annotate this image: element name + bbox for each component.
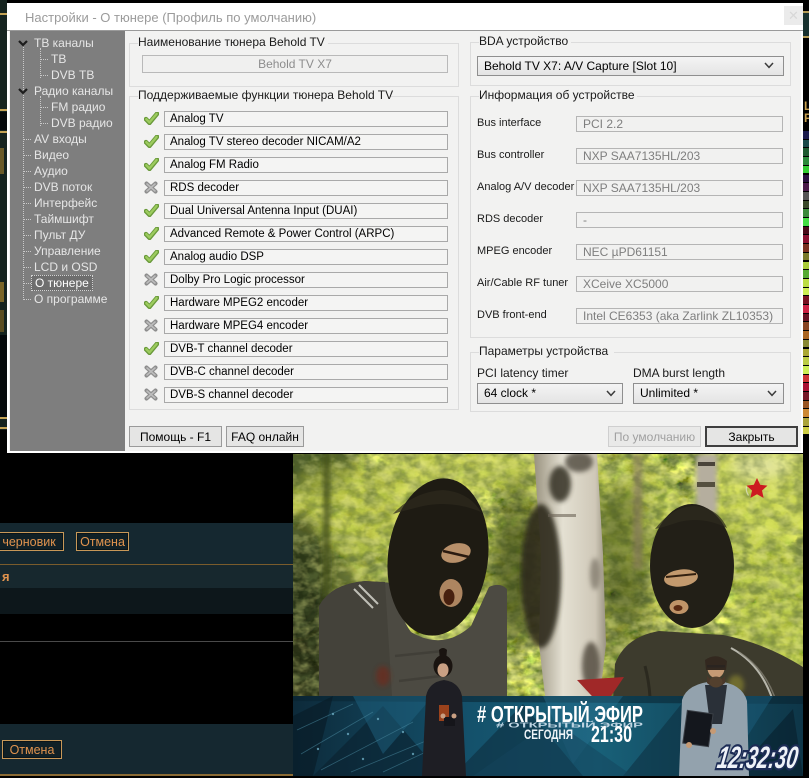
svg-text:12:32:30: 12:32:30 (715, 740, 801, 775)
svg-text:СЕГОДНЯ: СЕГОДНЯ (524, 726, 573, 742)
svg-text:21:30: 21:30 (591, 721, 632, 747)
